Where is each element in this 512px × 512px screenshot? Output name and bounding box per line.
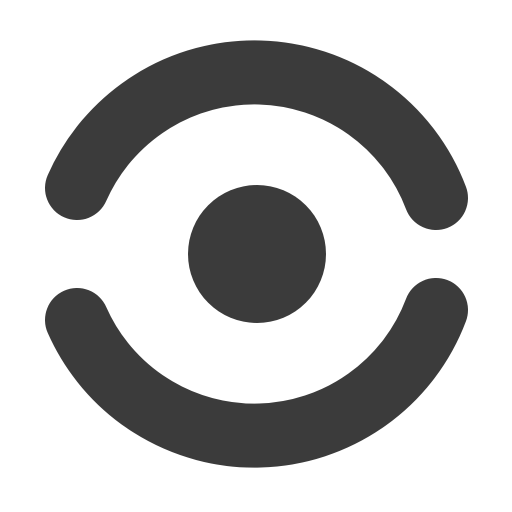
pupil-dot: [188, 185, 326, 323]
upper-arc: [45, 40, 468, 230]
eye-focus-icon: [0, 0, 512, 512]
eye-focus-icon-svg: [45, 40, 468, 468]
lower-arc: [45, 278, 468, 468]
